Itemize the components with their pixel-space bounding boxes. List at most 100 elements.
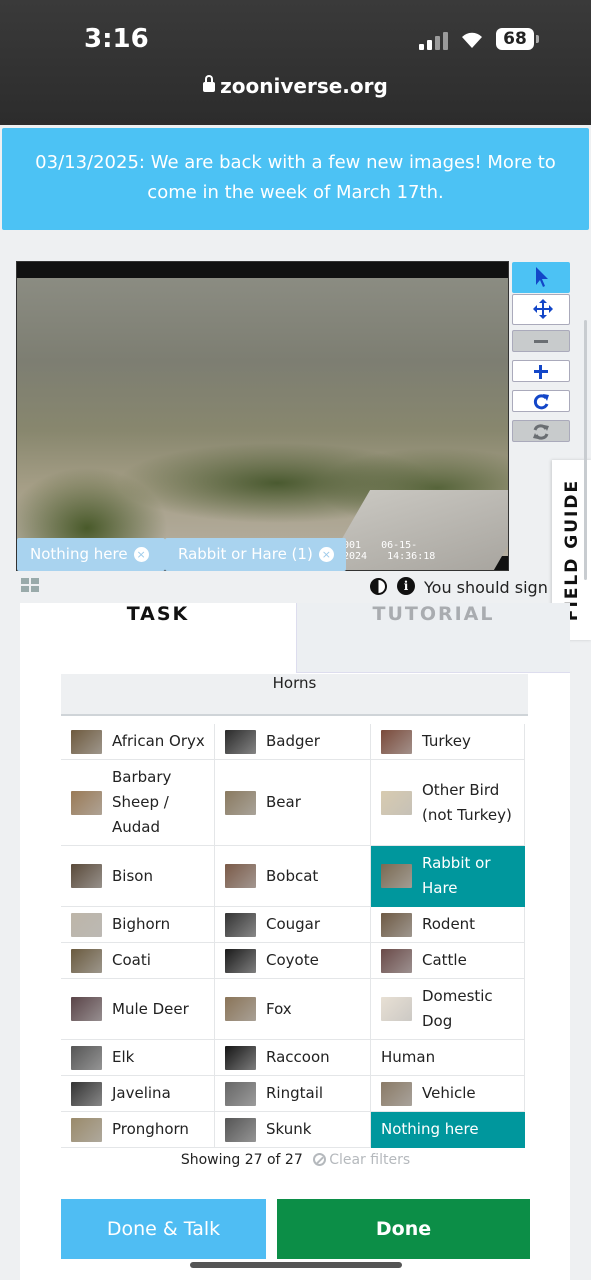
choice-label: Rodent (422, 915, 476, 933)
remove-icon[interactable]: × (318, 547, 334, 562)
choice-thumbnail (225, 729, 256, 754)
choice-elk[interactable]: Elk (61, 1040, 215, 1076)
choice-skunk[interactable]: Skunk (215, 1112, 371, 1148)
choice-fox[interactable]: Fox (215, 979, 371, 1040)
remove-icon[interactable]: × (133, 547, 149, 562)
page-scrollbar[interactable] (584, 320, 587, 580)
choice-nothing-here[interactable]: Nothing here (371, 1112, 525, 1148)
choice-label: Bighorn (112, 915, 171, 933)
reset-icon[interactable] (512, 420, 570, 442)
choice-bison[interactable]: Bison (61, 846, 215, 907)
choice-other-bird-not-turkey[interactable]: Other Bird (not Turkey) (371, 760, 525, 846)
choice-label: Other Bird (not Turkey) (422, 780, 512, 824)
field-guide-label: FIELD GUIDE (562, 478, 582, 622)
rotate-icon[interactable] (512, 390, 570, 412)
tab-task[interactable]: TASK (20, 603, 296, 673)
choice-raccoon[interactable]: Raccoon (215, 1040, 371, 1076)
done-and-talk-button[interactable]: Done & Talk (61, 1199, 266, 1259)
layout-grid-icon[interactable] (21, 578, 41, 594)
choice-label: Elk (112, 1048, 135, 1066)
done-button[interactable]: Done (277, 1199, 530, 1259)
choice-domestic-dog[interactable]: Domestic Dog (371, 979, 525, 1040)
sign-in-notice[interactable]: You should sign (424, 578, 548, 597)
choice-badger[interactable]: Badger (215, 724, 371, 760)
choice-label: Mule Deer (112, 999, 189, 1018)
address-bar[interactable]: zooniverse.org (0, 74, 591, 98)
choice-thumbnail (225, 1081, 256, 1106)
choice-thumbnail (71, 948, 102, 973)
choice-human[interactable]: Human (371, 1040, 525, 1076)
results-count: Showing 27 of 27 Clear filters (180, 1152, 411, 1168)
choice-bighorn[interactable]: Bighorn (61, 907, 215, 943)
choice-thumbnail (381, 1081, 412, 1106)
choice-cattle[interactable]: Cattle (371, 943, 525, 979)
choice-thumbnail (71, 729, 102, 754)
choice-thumbnail (225, 912, 256, 937)
choice-label: Rabbit or Hare (422, 854, 491, 897)
choice-thumbnail (225, 1117, 256, 1142)
choice-thumbnail (381, 790, 412, 815)
choice-label: Barbary Sheep / Audad (112, 768, 172, 836)
choice-thumbnail (71, 864, 102, 888)
choice-bear[interactable]: Bear (215, 760, 371, 846)
choice-thumbnail (225, 1045, 256, 1070)
tab-tutorial[interactable]: TUTORIAL (296, 603, 570, 673)
camera-metadata: 001 06-15-2024 14:36:18 (343, 540, 436, 562)
choice-label: Fox (266, 999, 292, 1018)
choice-ringtail[interactable]: Ringtail (215, 1076, 371, 1112)
info-icon[interactable]: i (397, 577, 415, 595)
choice-coati[interactable]: Coati (61, 943, 215, 979)
filter-horns[interactable]: Horns (61, 674, 528, 716)
choice-label: Vehicle (422, 1084, 476, 1102)
battery-indicator: 68 (496, 28, 539, 50)
choice-african-oryx[interactable]: African Oryx (61, 724, 215, 760)
annotation-chip[interactable]: Nothing here × (17, 538, 165, 571)
choice-thumbnail (71, 790, 102, 815)
choice-pronghorn[interactable]: Pronghorn (61, 1112, 215, 1148)
choice-label: Skunk (266, 1120, 312, 1138)
choice-label: Bobcat (266, 866, 319, 885)
choice-thumbnail (225, 790, 256, 815)
lock-icon (203, 75, 216, 92)
clock: 3:16 (84, 24, 149, 54)
clear-icon (313, 1153, 327, 1166)
choice-label: Bison (112, 866, 153, 885)
zoom-in-icon[interactable] (512, 360, 570, 382)
subject-image[interactable]: 001 06-15-2024 14:36:18 (16, 261, 509, 571)
choice-cougar[interactable]: Cougar (215, 907, 371, 943)
choice-label: Coyote (266, 951, 319, 969)
zoom-out-icon[interactable] (512, 330, 570, 352)
choice-vehicle[interactable]: Vehicle (371, 1076, 525, 1112)
choice-thumbnail (225, 948, 256, 973)
choice-thumbnail (71, 912, 102, 937)
choice-thumbnail (381, 997, 412, 1021)
choice-turkey[interactable]: Turkey (371, 724, 525, 760)
choice-label: Javelina (112, 1084, 171, 1102)
choice-javelina[interactable]: Javelina (61, 1076, 215, 1112)
choice-rodent[interactable]: Rodent (371, 907, 525, 943)
choice-label: Ringtail (266, 1084, 324, 1102)
camera-trap-photo[interactable] (17, 278, 508, 570)
choice-thumbnail (71, 1117, 102, 1142)
clear-filters-button[interactable]: Clear filters (313, 1152, 410, 1168)
move-icon[interactable] (512, 294, 570, 325)
choice-rabbit-or-hare[interactable]: Rabbit or Hare (371, 846, 525, 907)
choice-bobcat[interactable]: Bobcat (215, 846, 371, 907)
url-text: zooniverse.org (220, 74, 388, 98)
choice-barbary-sheep-audad[interactable]: Barbary Sheep / Audad (61, 760, 215, 846)
choice-thumbnail (381, 912, 412, 937)
annotation-chip[interactable]: Rabbit or Hare (1) × (165, 538, 346, 571)
choice-thumbnail (225, 997, 256, 1021)
choice-label: Bear (266, 793, 301, 811)
contrast-icon[interactable] (370, 578, 387, 595)
choice-thumbnail (71, 1045, 102, 1070)
home-indicator (190, 1262, 402, 1268)
choice-label: Human (381, 1048, 436, 1066)
pointer-icon[interactable] (512, 262, 570, 293)
browser-status-bar: 3:16 68 zooniverse.org (0, 0, 591, 125)
choice-mule-deer[interactable]: Mule Deer (61, 979, 215, 1040)
choice-label: Badger (266, 732, 320, 750)
choice-thumbnail (381, 864, 412, 888)
choice-thumbnail (381, 948, 412, 973)
choice-coyote[interactable]: Coyote (215, 943, 371, 979)
